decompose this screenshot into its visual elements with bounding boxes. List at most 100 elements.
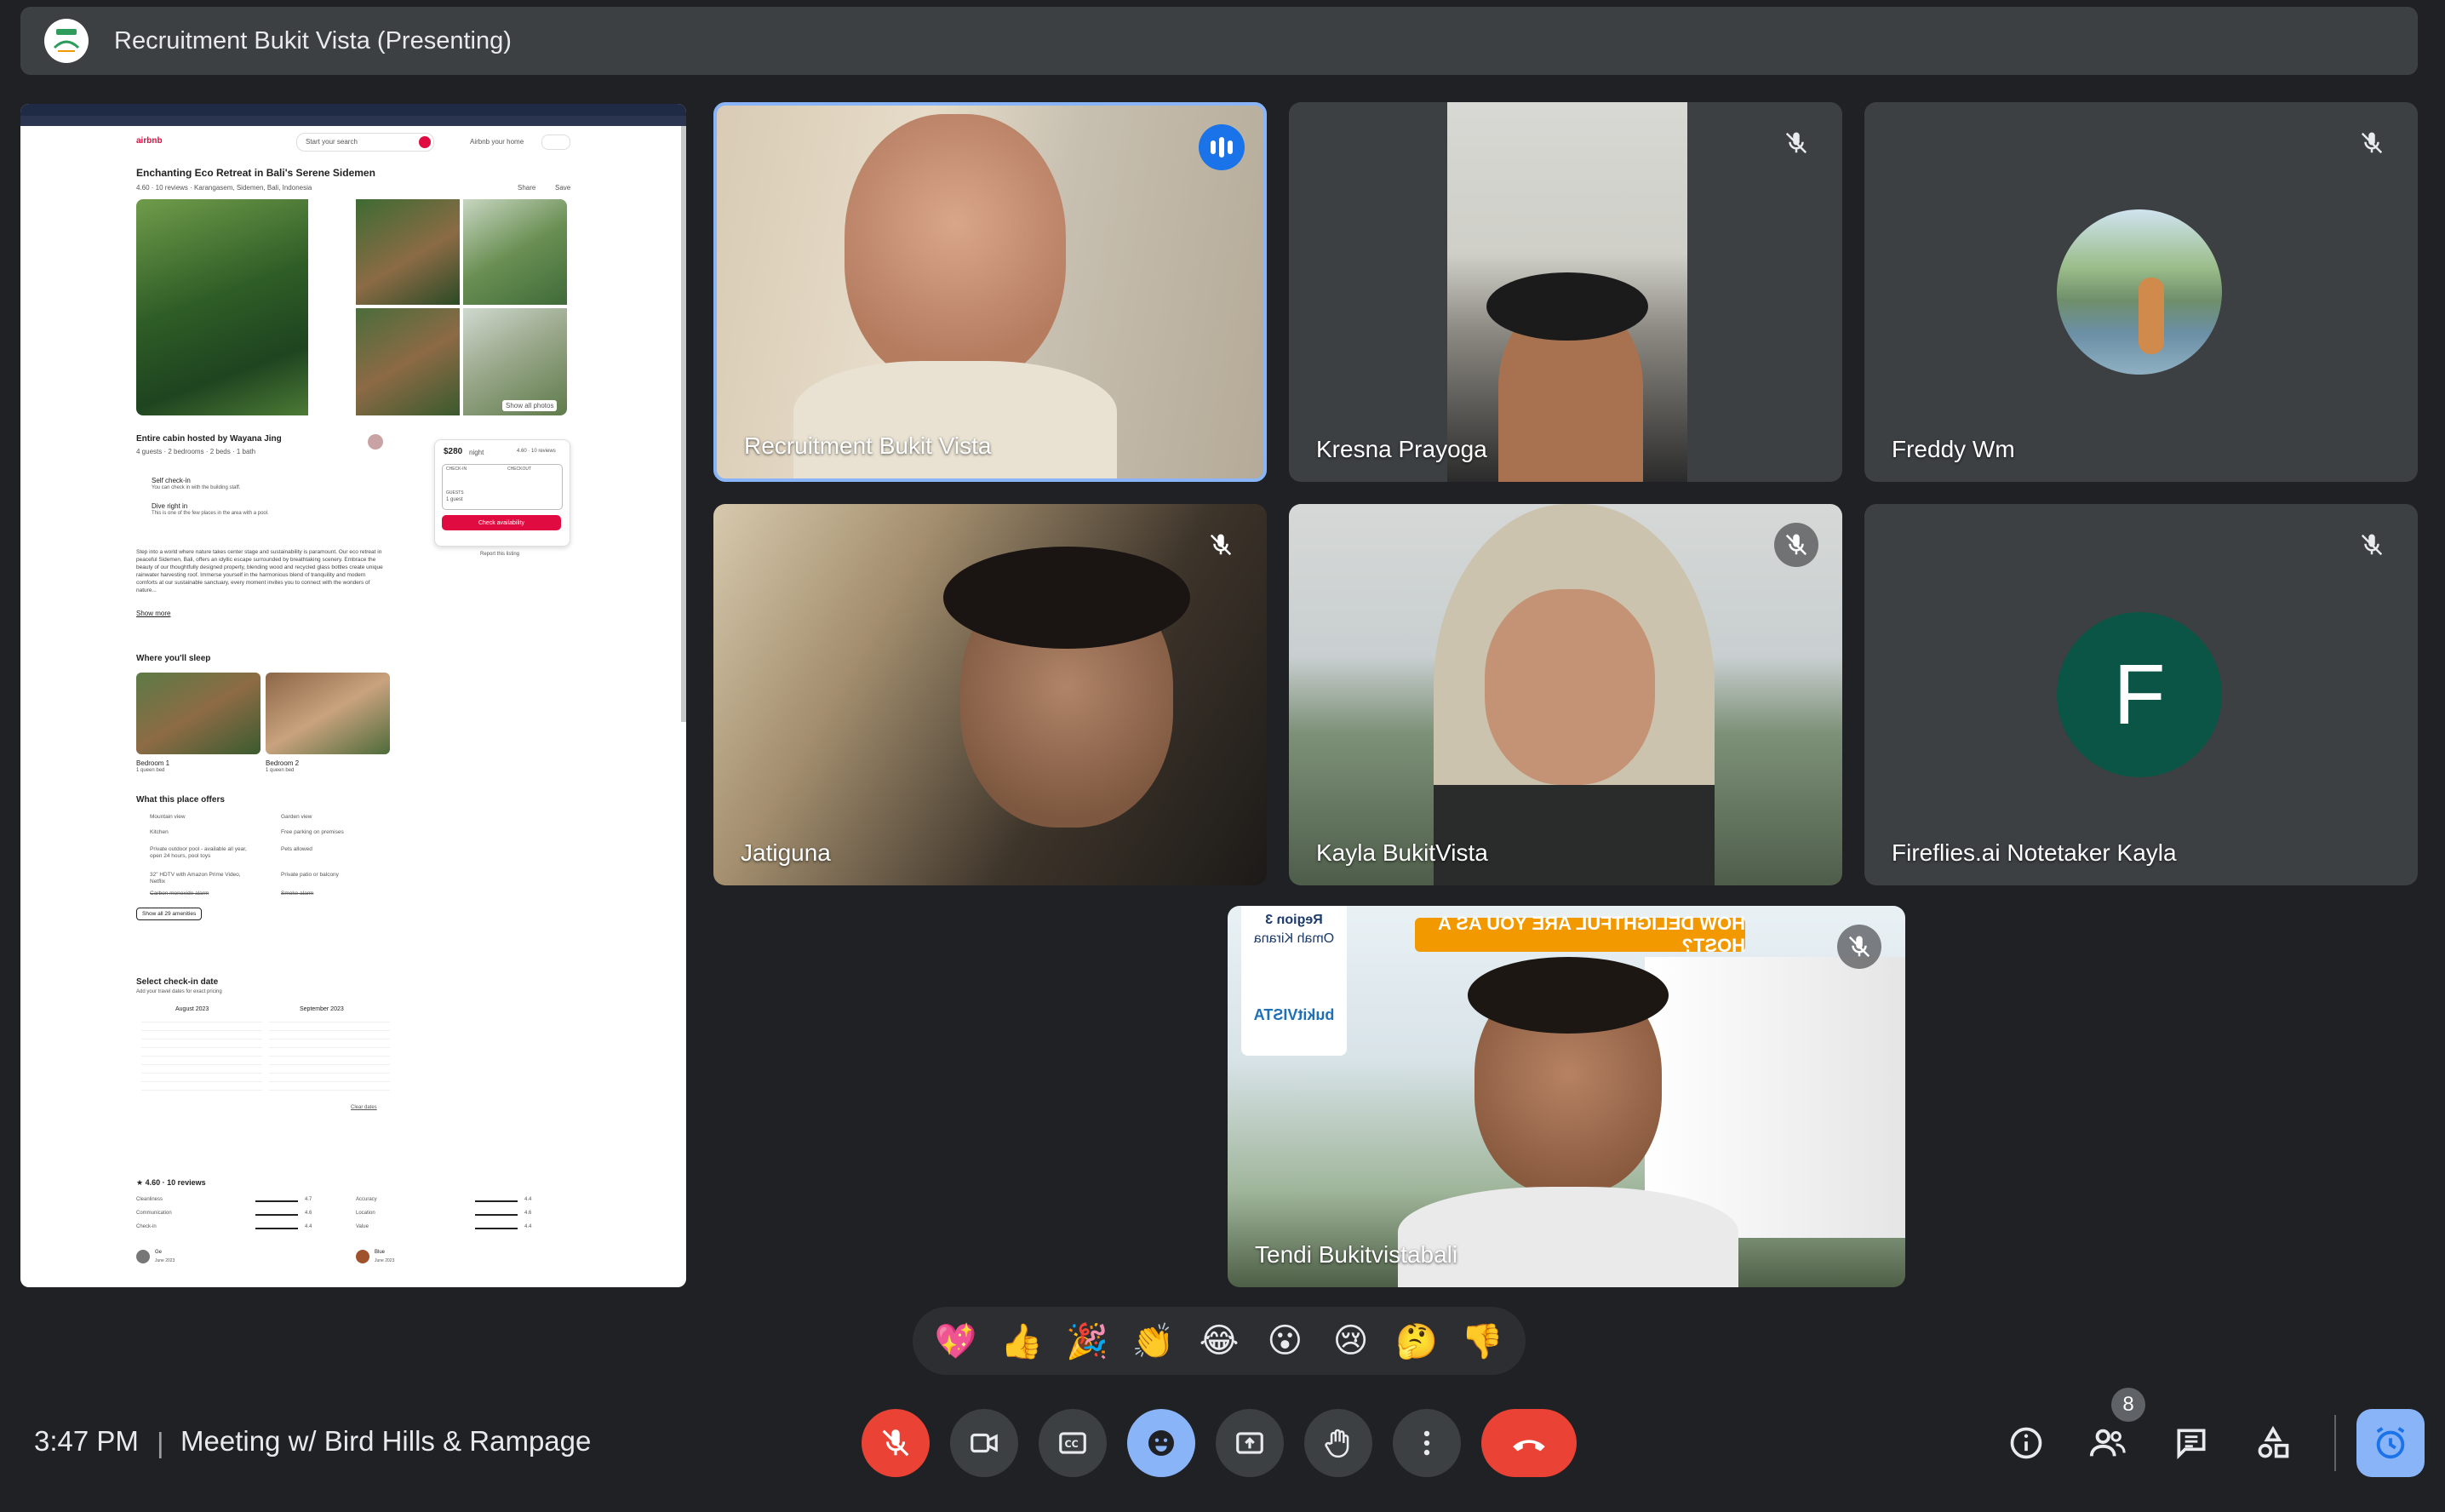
guests-value: 1 guest xyxy=(446,497,463,502)
calendar-grid-2[interactable] xyxy=(269,1020,390,1098)
listing-photo-main[interactable] xyxy=(136,199,308,415)
reaction-thinking[interactable]: 🤔 xyxy=(1389,1314,1444,1368)
muted-mic-icon xyxy=(1837,925,1881,969)
present-icon xyxy=(1236,1432,1263,1454)
more-options-button[interactable] xyxy=(1393,1409,1461,1477)
bedroom-1-photo[interactable] xyxy=(136,673,261,754)
muted-mic-icon xyxy=(2350,121,2394,165)
show-photos-button[interactable]: Show all photos xyxy=(502,400,558,411)
show-amenities-button[interactable]: Show all 29 amenities xyxy=(136,908,203,920)
emoji-icon xyxy=(1148,1430,1174,1456)
reviewer-name: Blue xyxy=(375,1250,386,1255)
participant-name: Kayla BukitVista xyxy=(1316,839,1488,866)
participant-tile-jatiguna[interactable]: Jatiguna xyxy=(713,504,1267,885)
sleep-heading: Where you'll sleep xyxy=(136,654,211,663)
activities-button[interactable] xyxy=(2247,1418,2299,1469)
check-availability-button[interactable]: Check availability xyxy=(442,515,561,530)
page-scrollbar[interactable] xyxy=(681,126,686,722)
date-guest-picker[interactable]: CHECK-IN CHECKOUT GUESTS 1 guest xyxy=(442,464,563,510)
calendar-grid-1[interactable] xyxy=(141,1020,262,1098)
chat-button[interactable] xyxy=(2166,1418,2217,1469)
checkin-label: CHECK-IN xyxy=(446,467,467,472)
toolbar-divider xyxy=(2334,1415,2336,1471)
report-link[interactable]: Report this listing xyxy=(480,552,519,557)
profile-menu[interactable] xyxy=(541,135,570,150)
meeting-details-button[interactable] xyxy=(2001,1418,2052,1469)
amenity: Smoke alarm xyxy=(281,891,314,896)
participant-initial-avatar: F xyxy=(2057,612,2222,777)
camera-toggle-button[interactable] xyxy=(950,1409,1018,1477)
participant-name: Jatiguna xyxy=(741,839,831,866)
captions-button[interactable]: CC xyxy=(1039,1409,1107,1477)
people-button[interactable] xyxy=(2082,1418,2133,1469)
alarm-clock-icon xyxy=(2376,1427,2405,1459)
people-icon xyxy=(2089,1429,2126,1457)
review-category: Communication xyxy=(136,1211,172,1216)
host-controls-button[interactable] xyxy=(2356,1409,2425,1477)
chat-icon xyxy=(2177,1429,2206,1460)
checkin-heading: Select check-in date xyxy=(136,977,219,987)
participant-name: Freddy Wm xyxy=(1892,436,2015,462)
participant-tile-kresna-prayoga[interactable]: Kresna Prayoga xyxy=(1289,102,1842,482)
reaction-sad[interactable]: 😢 xyxy=(1324,1314,1378,1368)
review-category: Cleanliness xyxy=(136,1197,163,1202)
background-house xyxy=(1645,957,1905,1238)
participant-tile-freddy-wm[interactable]: Freddy Wm xyxy=(1864,102,2418,482)
review-value: 4.6 xyxy=(305,1211,312,1216)
airbnb-listing-page: airbnb Start your search Airbnb your hom… xyxy=(20,126,686,1287)
participant-name: Tendi Bukitvistabali xyxy=(1255,1241,1458,1268)
camera-icon xyxy=(971,1433,998,1453)
participant-name: Recruitment Bukit Vista xyxy=(744,432,992,459)
amenity: Kitchen xyxy=(150,829,169,835)
reaction-laugh[interactable]: 😂 xyxy=(1192,1314,1246,1368)
reactions-button[interactable] xyxy=(1127,1409,1195,1477)
shared-screen[interactable]: airbnb Start your search Airbnb your hom… xyxy=(20,104,686,1287)
participant-tile-kayla-bukitvista[interactable]: Kayla BukitVista xyxy=(1289,504,1842,885)
reaction-surprised[interactable]: 😮 xyxy=(1257,1314,1312,1368)
checkin-subtitle: Add your travel dates for exact pricing xyxy=(136,989,222,994)
save-button[interactable]: Save xyxy=(555,184,570,192)
participant-tile-recruitment-bukit-vista[interactable]: Recruitment Bukit Vista xyxy=(713,102,1267,482)
leave-call-button[interactable] xyxy=(1481,1409,1577,1477)
reaction-clap[interactable]: 👏 xyxy=(1126,1314,1181,1368)
reaction-party[interactable]: 🎉 xyxy=(1060,1314,1114,1368)
show-more-link[interactable]: Show more xyxy=(136,610,170,617)
bukit-vista-badge: Region 3 Omah Kirana bukitVISTA xyxy=(1241,906,1347,1056)
share-button[interactable]: Share xyxy=(518,184,535,192)
bedroom-1-bed: 1 queen bed xyxy=(136,768,165,773)
bedroom-2-photo[interactable] xyxy=(266,673,390,754)
participant-video xyxy=(1447,102,1687,482)
participant-name: Kresna Prayoga xyxy=(1316,436,1487,462)
clear-dates-link[interactable]: Clear dates xyxy=(351,1105,377,1110)
calendar-month-1: August 2023 xyxy=(175,1006,209,1012)
amenity: Free parking on premises xyxy=(281,829,344,835)
search-label: Start your search xyxy=(306,138,358,146)
reaction-heart[interactable]: 💖 xyxy=(929,1314,983,1368)
search-bar[interactable]: Start your search xyxy=(296,133,434,152)
reviewer-name: Ge xyxy=(155,1250,163,1255)
muted-mic-icon xyxy=(1199,523,1243,567)
captions-icon: CC xyxy=(1059,1432,1086,1454)
presentation-title: Recruitment Bukit Vista (Presenting) xyxy=(114,26,512,54)
price-unit: night xyxy=(469,449,484,456)
mic-toggle-button[interactable] xyxy=(862,1409,930,1477)
svg-text:CC: CC xyxy=(1065,1439,1079,1450)
amenity: Private outdoor pool - available all yea… xyxy=(150,846,247,859)
rating-bar xyxy=(475,1200,518,1202)
listing-photo[interactable] xyxy=(356,199,460,305)
participant-tile-fireflies-notetaker[interactable]: F Fireflies.ai Notetaker Kayla xyxy=(1864,504,2418,885)
feature-checkin: Self check-in xyxy=(152,477,191,484)
checkout-label: CHECKOUT xyxy=(507,467,532,472)
reaction-thumbs-up[interactable]: 👍 xyxy=(994,1314,1049,1368)
reaction-thumbs-down[interactable]: 👎 xyxy=(1455,1314,1509,1368)
listing-photo[interactable] xyxy=(356,308,460,415)
participant-tile-tendi-bukitvistabali[interactable]: HOW DELIGHTFUL ARE YOU AS A HOST? Region… xyxy=(1228,906,1905,1287)
search-icon xyxy=(419,136,431,148)
listing-photo[interactable] xyxy=(463,199,567,305)
raise-hand-button[interactable] xyxy=(1304,1409,1372,1477)
review-value: 4.4 xyxy=(305,1224,312,1229)
present-button[interactable] xyxy=(1216,1409,1284,1477)
host-link[interactable]: Airbnb your home xyxy=(470,138,524,146)
amenity: Carbon monoxide alarm xyxy=(150,891,209,896)
bedroom-2-label: Bedroom 2 xyxy=(266,759,300,767)
